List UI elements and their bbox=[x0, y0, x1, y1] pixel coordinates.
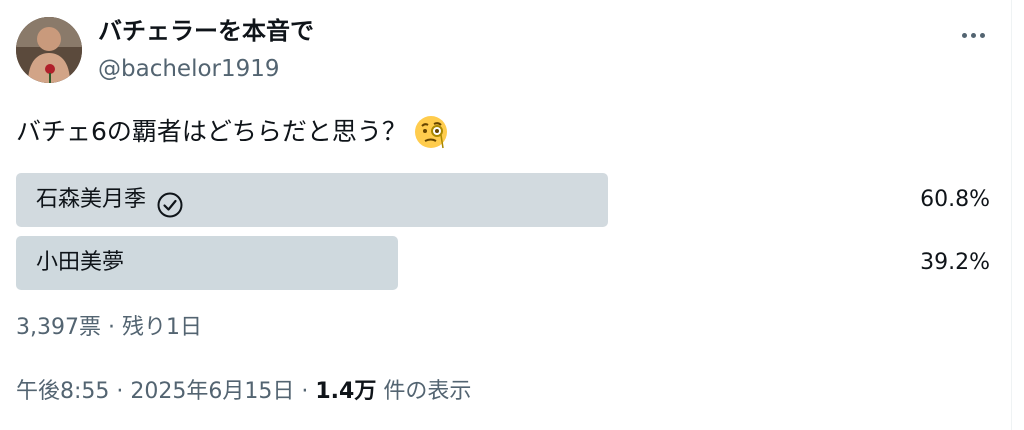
avatar-image bbox=[16, 17, 82, 83]
author-display-name[interactable]: バチェラーを本音で bbox=[98, 14, 314, 48]
poll-option-1: 石森美月季 60.8% bbox=[16, 173, 990, 227]
poll-option-2: 小田美夢 39.2% bbox=[16, 236, 990, 290]
avatar[interactable] bbox=[16, 17, 82, 83]
tweet-meta: 午後8:55 · 2025年6月15日 · 1.4万 件の表示 bbox=[16, 372, 471, 412]
column-divider bbox=[1011, 0, 1024, 430]
monocle-face-icon bbox=[413, 114, 449, 150]
poll-option-1-text: 石森美月季 bbox=[36, 187, 147, 212]
separator: · bbox=[109, 379, 131, 404]
more-dot-icon bbox=[979, 32, 985, 38]
poll-meta: 3,397票 · 残り1日 bbox=[16, 308, 202, 348]
author-handle[interactable]: @bachelor1919 bbox=[98, 52, 280, 86]
separator: · bbox=[294, 379, 316, 404]
tweet-date[interactable]: 2025年6月15日 bbox=[130, 379, 294, 404]
more-dot-icon bbox=[970, 32, 976, 38]
views-label: 件の表示 bbox=[376, 379, 472, 404]
separator: · bbox=[100, 315, 122, 340]
check-circle-icon bbox=[156, 186, 184, 218]
tweet: バチェラーを本音で @bachelor1919 バチェ6の覇者はどちらだと思う？… bbox=[0, 0, 1010, 430]
more-dot-icon bbox=[961, 32, 967, 38]
poll-option-2-text: 小田美夢 bbox=[36, 250, 125, 275]
tweet-text: バチェ6の覇者はどちらだと思う？ bbox=[16, 112, 449, 152]
poll-option-1-percent: 60.8% bbox=[920, 187, 990, 212]
tweet-text-content: バチェ6の覇者はどちらだと思う？ bbox=[16, 117, 407, 146]
more-options-button[interactable] bbox=[950, 20, 996, 50]
poll-option-2-percent: 39.2% bbox=[920, 250, 990, 275]
poll-option-2-label: 小田美夢 bbox=[36, 236, 124, 290]
poll-votes: 3,397票 bbox=[16, 315, 101, 340]
views-count[interactable]: 1.4万 bbox=[315, 379, 376, 404]
poll-remaining: 残り1日 bbox=[121, 315, 202, 340]
poll-option-1-label: 石森美月季 bbox=[36, 173, 184, 227]
tweet-time[interactable]: 午後8:55 bbox=[16, 379, 109, 404]
